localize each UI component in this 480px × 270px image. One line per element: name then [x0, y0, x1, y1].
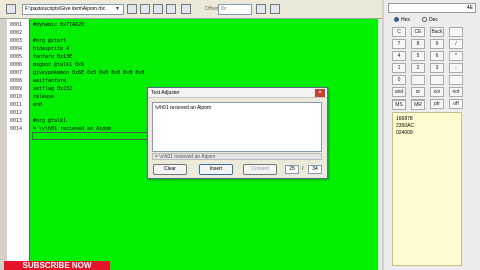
editor-scrollbar[interactable] — [378, 19, 382, 270]
calc-key[interactable]: 9 — [430, 39, 444, 49]
chevron-down-icon[interactable]: ▾ — [116, 5, 119, 12]
calc-key[interactable]: ptr — [430, 99, 444, 109]
close-icon[interactable]: × — [315, 89, 325, 97]
code-line[interactable]: #org @start — [33, 38, 66, 44]
radio-icon — [422, 17, 427, 23]
line-number-gutter: 0001 0002 0003 0004 0005 0006 0007 0008 … — [7, 19, 29, 270]
line-number: 0009 — [10, 86, 23, 92]
code-line[interactable]: setflag 0x232 — [33, 86, 72, 92]
app-icon[interactable] — [6, 4, 16, 14]
calc-key[interactable]: 5 — [411, 51, 425, 61]
calc-key[interactable] — [449, 27, 463, 37]
dialog-title: Text Adjuster — [148, 88, 327, 98]
line-number: 0001 — [10, 22, 23, 28]
calc-key[interactable]: - — [449, 63, 463, 73]
calc-key[interactable]: off — [449, 99, 463, 109]
calc-key[interactable] — [430, 75, 444, 85]
dec-label: Dec — [429, 17, 438, 23]
subscribe-banner[interactable]: SUBSCRIBE NOW — [4, 261, 110, 270]
file-path-field[interactable]: F:\pasta\scripts\Give item\Aipom.rbc — [22, 4, 124, 15]
settings-icon[interactable] — [270, 4, 280, 14]
memo-notes[interactable]: 166878 2350AC 024009 — [392, 112, 462, 266]
count-separator: / — [302, 166, 304, 172]
line-number: 0008 — [10, 78, 23, 84]
hex-label: Hex — [401, 17, 410, 23]
line-number: 0005 — [10, 54, 23, 60]
calc-key[interactable]: C — [392, 27, 406, 37]
line-number: 0010 — [10, 94, 23, 100]
offset-input[interactable]: 0x — [218, 4, 252, 15]
code-line[interactable]: end — [33, 102, 42, 108]
clear-button[interactable]: Clear — [153, 164, 187, 175]
calc-key[interactable]: 4 — [392, 51, 406, 61]
radio-icon — [394, 17, 399, 23]
calc-key[interactable]: 2 — [411, 63, 425, 73]
open-icon[interactable] — [127, 4, 137, 14]
dec-radio[interactable]: Dec — [422, 17, 438, 23]
calc-key[interactable]: * — [449, 51, 463, 61]
code-line[interactable]: #org @talk1 — [33, 118, 66, 124]
line-number: 0012 — [10, 110, 23, 116]
dialog-preview-line: = \v\h01 recieved an Aipom — [152, 153, 322, 160]
char-limit: 34 — [308, 165, 322, 174]
insert-button[interactable]: Insert — [199, 164, 233, 175]
line-number: 0014 — [10, 126, 23, 132]
code-line[interactable]: fanfare 0x13E — [33, 54, 72, 60]
text-adjuster-dialog: Text Adjuster × \v\h01 recieved an Aipom… — [147, 87, 328, 179]
current-line-highlight — [32, 132, 152, 140]
calc-key[interactable]: not — [449, 87, 463, 97]
code-line[interactable]: hidesprite 4 — [33, 46, 69, 52]
calc-key[interactable]: Back — [430, 27, 444, 37]
line-number: 0004 — [10, 46, 23, 52]
code-line[interactable]: msgbox @talk1 0x6 — [33, 62, 84, 68]
line-number: 0002 — [10, 30, 23, 36]
calc-key[interactable]: 7 — [392, 39, 406, 49]
tools-icon[interactable] — [181, 4, 191, 14]
code-line[interactable]: waitfanfare — [33, 78, 66, 84]
line-number: 0007 — [10, 70, 23, 76]
toolbar: F:\pasta\scripts\Give item\Aipom.rbc ▾ O… — [0, 0, 382, 19]
hex-radio[interactable]: Hex — [394, 17, 410, 23]
calc-key[interactable]: MR — [411, 100, 425, 110]
calc-key[interactable]: / — [449, 39, 463, 49]
calc-key[interactable]: or — [411, 87, 425, 97]
calc-key[interactable]: 3 — [430, 63, 444, 73]
line-number: 0011 — [10, 102, 23, 108]
decompile-icon[interactable] — [166, 4, 176, 14]
calc-key[interactable] — [449, 75, 463, 85]
line-number: 0006 — [10, 62, 23, 68]
calc-key[interactable]: 8 — [411, 39, 425, 49]
line-number: 0013 — [10, 118, 23, 124]
calc-key[interactable]: and — [392, 87, 406, 97]
calc-key[interactable]: CE — [411, 27, 425, 37]
dialog-text-area[interactable]: \v\h01 recieved an Aipom — [152, 102, 322, 152]
convert-button[interactable]: Convert — [243, 164, 277, 175]
memo-line: 166878 — [396, 116, 413, 122]
calc-key[interactable]: MS — [392, 100, 406, 110]
memo-line: 024009 — [396, 130, 413, 136]
calc-key[interactable]: xor — [430, 87, 444, 97]
char-count: 25 — [285, 165, 299, 174]
memo-line: 2350AC — [396, 123, 415, 129]
code-line[interactable]: giveypokemon 0x6E 0x5 0x0 0x0 0x0 0x0 — [33, 70, 144, 76]
code-line[interactable]: #dynamic 0x71A620 — [33, 22, 84, 28]
calc-key[interactable] — [411, 75, 425, 85]
calculator-display: 4E — [388, 3, 476, 13]
compile-icon[interactable] — [153, 4, 163, 14]
code-line[interactable]: release — [33, 94, 54, 100]
save-icon[interactable] — [140, 4, 150, 14]
calc-key[interactable]: 1 — [392, 63, 406, 73]
calc-key[interactable]: 6 — [430, 51, 444, 61]
calc-key[interactable]: 0 — [392, 75, 406, 85]
search-icon[interactable] — [256, 4, 266, 14]
line-number: 0003 — [10, 38, 23, 44]
